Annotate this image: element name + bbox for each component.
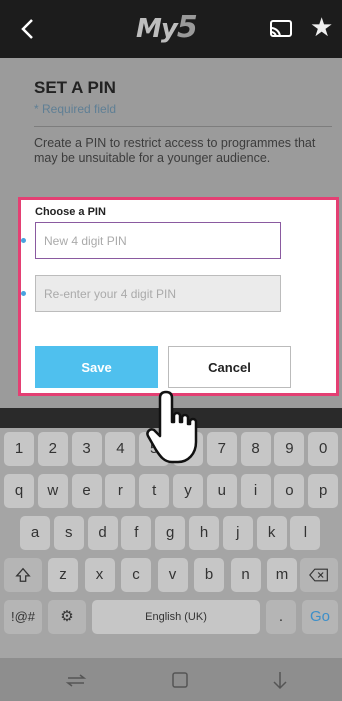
key-h[interactable]: h bbox=[189, 516, 219, 550]
back-icon[interactable] bbox=[268, 668, 292, 692]
key-b[interactable]: b bbox=[194, 558, 224, 592]
key-i[interactable]: i bbox=[240, 474, 271, 508]
key-c[interactable]: c bbox=[121, 558, 151, 592]
backspace-key[interactable] bbox=[300, 558, 338, 592]
key-m[interactable]: m bbox=[267, 558, 297, 592]
key-9[interactable]: 9 bbox=[274, 432, 305, 466]
backspace-icon bbox=[309, 568, 328, 582]
key-g[interactable]: g bbox=[155, 516, 186, 550]
required-dot bbox=[21, 291, 26, 296]
page-title: SET A PIN bbox=[34, 78, 116, 97]
key-d[interactable]: d bbox=[87, 516, 118, 550]
keyboard-row-asdf: asdfghjkl bbox=[0, 516, 342, 556]
key-t[interactable]: t bbox=[139, 474, 170, 508]
key-n[interactable]: n bbox=[230, 558, 261, 592]
required-dot bbox=[21, 238, 26, 243]
key-j[interactable]: j bbox=[222, 516, 253, 550]
gear-icon: ⚙ bbox=[60, 608, 74, 625]
keyboard-row-zxcv: zxcvbnm bbox=[0, 558, 342, 598]
keyboard-row-bottom: !@# ⚙ English (UK) . Go bbox=[0, 600, 342, 640]
key-u[interactable]: u bbox=[206, 474, 237, 508]
confirm-pin-input[interactable] bbox=[35, 275, 281, 312]
new-pin-input[interactable] bbox=[35, 222, 281, 259]
keyboard-row-qwerty: qwertyuiop bbox=[0, 474, 342, 514]
choose-pin-dialog: Choose a PIN Save Cancel bbox=[18, 197, 339, 396]
star-icon[interactable]: ★ bbox=[310, 12, 338, 42]
go-key[interactable]: Go bbox=[302, 600, 338, 634]
recent-apps-icon[interactable] bbox=[64, 668, 88, 692]
key-y[interactable]: y bbox=[173, 474, 203, 508]
choose-pin-label: Choose a PIN bbox=[35, 206, 106, 218]
shift-key[interactable] bbox=[4, 558, 42, 592]
key-f[interactable]: f bbox=[121, 516, 152, 550]
cancel-button[interactable]: Cancel bbox=[168, 346, 291, 388]
cast-icon[interactable] bbox=[268, 16, 294, 42]
key-s[interactable]: s bbox=[53, 516, 84, 550]
home-icon[interactable] bbox=[168, 668, 192, 692]
key-0[interactable]: 0 bbox=[308, 432, 339, 466]
period-key[interactable]: . bbox=[266, 600, 296, 634]
app-bar: My5 ★ bbox=[0, 0, 342, 58]
key-x[interactable]: x bbox=[84, 558, 115, 592]
divider bbox=[34, 126, 332, 127]
key-o[interactable]: o bbox=[274, 474, 305, 508]
key-4[interactable]: 4 bbox=[105, 432, 136, 466]
my5-logo: My5 bbox=[136, 10, 198, 45]
required-field-note: * Required field bbox=[34, 102, 117, 116]
key-z[interactable]: z bbox=[48, 558, 78, 592]
chevron-left-icon[interactable] bbox=[16, 14, 40, 44]
key-r[interactable]: r bbox=[105, 474, 136, 508]
key-2[interactable]: 2 bbox=[37, 432, 68, 466]
keyboard-settings-key[interactable]: ⚙ bbox=[48, 600, 86, 634]
key-8[interactable]: 8 bbox=[240, 432, 271, 466]
key-a[interactable]: a bbox=[20, 516, 50, 550]
key-3[interactable]: 3 bbox=[71, 432, 102, 466]
page-description: Create a PIN to restrict access to progr… bbox=[34, 136, 316, 165]
symbols-key[interactable]: !@# bbox=[4, 600, 42, 634]
system-nav-bar bbox=[0, 658, 342, 701]
shift-icon bbox=[15, 567, 31, 582]
key-7[interactable]: 7 bbox=[206, 432, 237, 466]
space-key[interactable]: English (UK) bbox=[92, 600, 260, 634]
key-v[interactable]: v bbox=[157, 558, 188, 592]
key-1[interactable]: 1 bbox=[4, 432, 34, 466]
key-p[interactable]: p bbox=[308, 474, 339, 508]
key-w[interactable]: w bbox=[37, 474, 68, 508]
key-e[interactable]: e bbox=[71, 474, 102, 508]
key-k[interactable]: k bbox=[256, 516, 287, 550]
key-l[interactable]: l bbox=[290, 516, 321, 550]
key-q[interactable]: q bbox=[4, 474, 34, 508]
save-button[interactable]: Save bbox=[35, 346, 158, 388]
hand-pointer-icon bbox=[146, 390, 198, 464]
